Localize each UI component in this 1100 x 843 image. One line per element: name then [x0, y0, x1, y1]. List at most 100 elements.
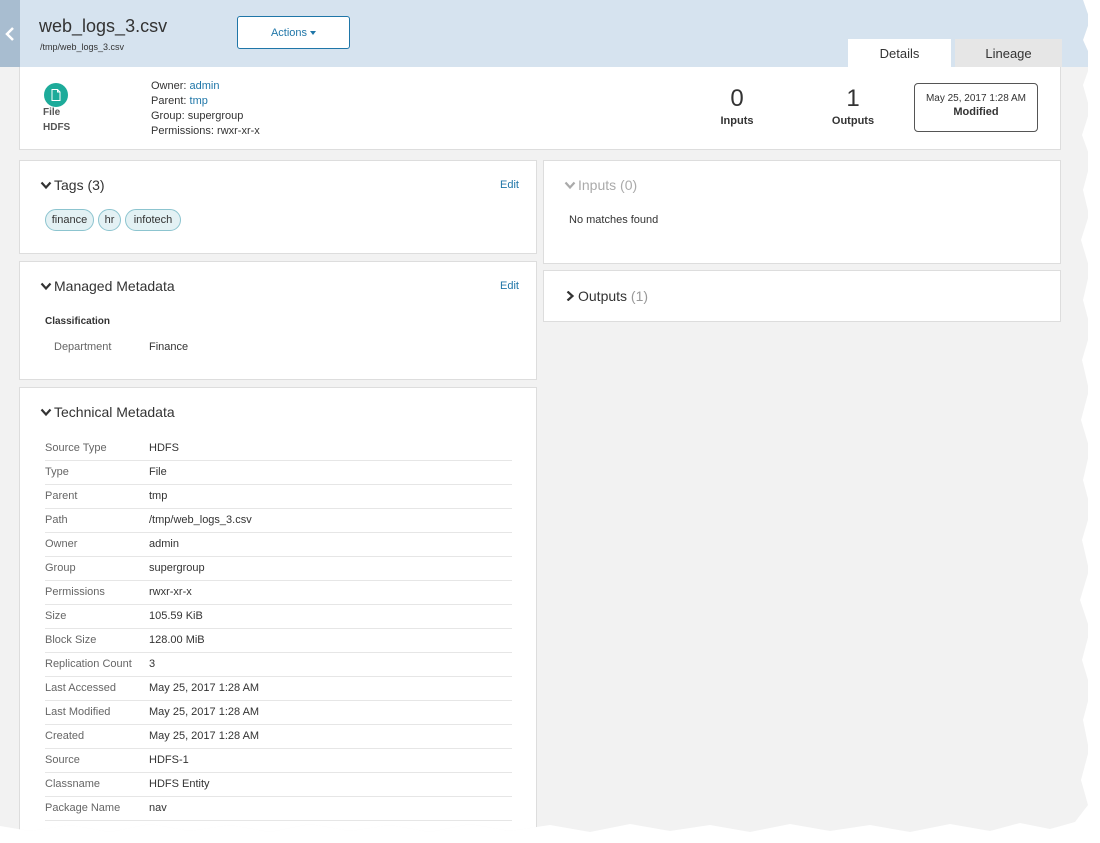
parent-link[interactable]: tmp: [190, 95, 208, 107]
row-key: Last Accessed: [45, 676, 149, 701]
permissions-value: rwxr-xr-x: [217, 125, 260, 137]
row-key: Replication Count: [45, 652, 149, 677]
row-value: 128.00 MiB: [149, 628, 512, 653]
tab-lineage[interactable]: Lineage: [955, 39, 1062, 67]
inputs-panel: Inputs (0) No matches found: [543, 160, 1061, 264]
tags-edit-link[interactable]: Edit: [500, 179, 519, 191]
actions-label: Actions: [270, 26, 308, 39]
row-key: Parent: [45, 484, 149, 509]
chevron-right-icon: [566, 291, 575, 301]
back-button[interactable]: [0, 0, 20, 67]
row-key: Source Type: [45, 436, 149, 461]
row-value: 3: [149, 652, 512, 677]
table-row: Parent tmp: [45, 484, 512, 509]
permissions-label: Permissions:: [151, 125, 214, 137]
managed-metadata-title: Managed Metadata: [54, 278, 175, 294]
table-row: Group supergroup: [45, 556, 512, 581]
tag-finance[interactable]: finance: [45, 209, 94, 231]
row-key: Classname: [45, 772, 149, 797]
row-key: Last Modified: [45, 700, 149, 725]
inputs-count: 0: [730, 85, 744, 112]
chevron-down-icon: [40, 282, 52, 291]
tags-toggle[interactable]: Tags (3): [40, 177, 105, 193]
row-value: admin: [149, 532, 512, 557]
file-icon: [44, 83, 68, 107]
table-row: Last Modified May 25, 2017 1:28 AM: [45, 700, 512, 725]
table-row: Type File: [45, 460, 512, 485]
row-key: Path: [45, 508, 149, 533]
row-key: Source: [45, 748, 149, 773]
table-row: Last Accessed May 25, 2017 1:28 AM: [45, 676, 512, 701]
inputs-panel-count: (0): [620, 177, 638, 193]
table-row: Owner admin: [45, 532, 512, 557]
row-key: Owner: [45, 532, 149, 557]
outputs-panel: Outputs (1): [543, 270, 1061, 322]
managed-metadata-edit-link[interactable]: Edit: [500, 280, 519, 292]
row-value: May 25, 2017 1:28 AM: [149, 724, 512, 749]
table-row: Created May 25, 2017 1:28 AM: [45, 724, 512, 749]
outputs-label: Outputs: [831, 115, 875, 127]
row-value: /tmp/web_logs_3.csv: [149, 508, 512, 533]
outputs-count: 1: [846, 85, 860, 112]
page: web_logs_3.csv /tmp/web_logs_3.csv Actio…: [0, 0, 1088, 832]
entity-type: File: [43, 107, 61, 118]
outputs-toggle[interactable]: Outputs (1): [564, 288, 648, 304]
parent-value-link[interactable]: tmp: [149, 484, 512, 509]
inputs-stat: 0 Inputs: [707, 85, 767, 127]
chevron-down-icon: [564, 181, 576, 190]
owner-label: Owner:: [151, 80, 187, 92]
row-value: HDFS: [149, 436, 512, 461]
file-path: /tmp/web_logs_3.csv: [40, 42, 125, 52]
row-value: May 25, 2017 1:28 AM: [149, 700, 512, 725]
row-key: Permissions: [45, 580, 149, 605]
tag-infotech[interactable]: infotech: [125, 209, 181, 231]
row-key: Group: [45, 556, 149, 581]
modified-date: May 25, 2017 1:28 AM: [925, 93, 1027, 104]
modified-badge: May 25, 2017 1:28 AM Modified: [914, 83, 1038, 132]
managed-metadata-toggle[interactable]: Managed Metadata: [40, 278, 175, 294]
header: web_logs_3.csv /tmp/web_logs_3.csv Actio…: [0, 0, 1088, 67]
technical-metadata-toggle[interactable]: Technical Metadata: [40, 404, 175, 420]
chevron-left-icon: [5, 26, 14, 41]
outputs-title: Outputs: [578, 288, 628, 304]
tab-details[interactable]: Details: [848, 39, 951, 67]
department-label: Department: [54, 341, 112, 353]
row-key: Type: [45, 460, 149, 485]
chevron-down-icon: [40, 181, 52, 190]
actions-button[interactable]: Actions: [237, 16, 350, 49]
table-row: Permissions rwxr-xr-x: [45, 580, 512, 605]
summary-panel: File HDFS Owner: admin Parent: tmp Group…: [19, 67, 1061, 150]
table-row: Replication Count 3: [45, 652, 512, 677]
tags-title: Tags (3): [54, 177, 105, 193]
modified-label: Modified: [953, 106, 999, 118]
table-row: Package Name nav: [45, 796, 512, 821]
table-row: Path/tmp/web_logs_3.csv: [45, 508, 512, 533]
technical-metadata-panel: Technical Metadata Source Type HDFS Type F…: [19, 387, 537, 832]
row-value: File: [149, 460, 512, 485]
entity-source: HDFS: [43, 122, 71, 133]
department-value: Finance: [149, 341, 189, 353]
row-key: Size: [45, 604, 149, 629]
table-row: Block Size 128.00 MiB: [45, 628, 512, 653]
chevron-down-icon: [40, 408, 52, 417]
technical-metadata-title: Technical Metadata: [54, 404, 175, 420]
page-title: web_logs_3.csv: [39, 16, 168, 36]
caret-down-icon: [310, 30, 317, 35]
owner-link[interactable]: admin: [190, 80, 220, 92]
parent-label: Parent:: [151, 95, 187, 107]
tags-panel: Tags (3) Edit finance hr infotech: [19, 160, 537, 254]
row-value: nav: [149, 796, 512, 821]
inputs-toggle[interactable]: Inputs (0): [564, 177, 637, 193]
row-value: supergroup: [149, 556, 512, 581]
row-value: HDFS Entity: [149, 772, 512, 797]
tag-hr[interactable]: hr: [98, 209, 121, 231]
group-value: supergroup: [187, 110, 244, 122]
entity-properties: Owner: admin Parent: tmp Group: supergro…: [151, 79, 260, 139]
table-row: Size 105.59 KiB: [45, 604, 512, 629]
table-row: Source Type HDFS: [45, 436, 512, 461]
technical-metadata-table: Source Type HDFS Type File Parent tmp Path /…: [45, 436, 512, 821]
inputs-empty-message: No matches found: [569, 214, 659, 226]
row-key: Package Name: [45, 796, 149, 821]
row-key: Block Size: [45, 628, 149, 653]
row-value: HDFS-1: [149, 748, 512, 773]
